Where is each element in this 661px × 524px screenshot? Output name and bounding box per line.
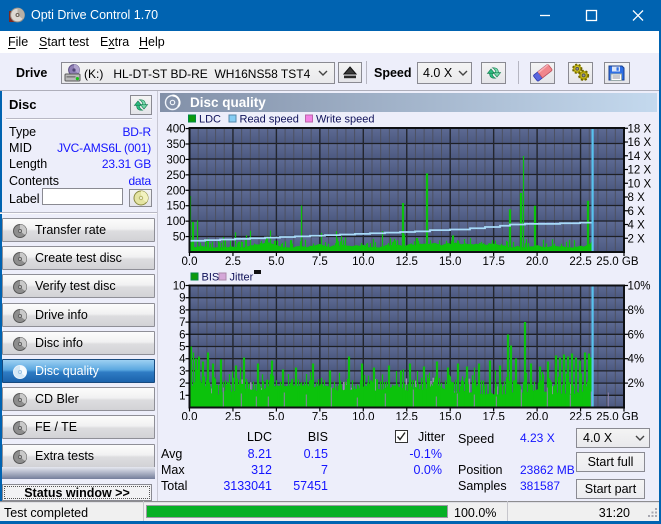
svg-text:1: 1: [179, 390, 185, 402]
svg-text:6 X: 6 X: [628, 206, 646, 218]
svg-text:7: 7: [179, 317, 185, 329]
svg-text:10.0: 10.0: [352, 412, 374, 421]
svg-text:20.0: 20.0: [526, 412, 548, 421]
svg-text:Jitter: Jitter: [230, 272, 254, 284]
svg-text:22.5: 22.5: [569, 412, 591, 421]
svg-text:300: 300: [166, 154, 185, 166]
svg-text:10.0: 10.0: [352, 256, 374, 268]
svg-text:0.0: 0.0: [182, 412, 198, 421]
svg-text:20.0: 20.0: [526, 256, 548, 268]
svg-text:400: 400: [166, 124, 185, 136]
svg-text:250: 250: [166, 170, 185, 182]
svg-text:12.5: 12.5: [396, 256, 418, 268]
svg-text:12 X: 12 X: [628, 165, 652, 177]
svg-text:15.0: 15.0: [439, 256, 461, 268]
svg-text:5.0: 5.0: [268, 256, 284, 268]
svg-text:4%: 4%: [628, 354, 645, 366]
svg-text:8 X: 8 X: [628, 192, 646, 204]
svg-text:25.0 GB: 25.0 GB: [596, 412, 639, 421]
svg-text:3: 3: [179, 366, 185, 378]
svg-text:0.0: 0.0: [182, 256, 198, 268]
svg-text:10%: 10%: [628, 281, 651, 293]
svg-text:7.5: 7.5: [312, 412, 328, 421]
svg-text:8%: 8%: [628, 305, 645, 317]
svg-text:350: 350: [166, 139, 185, 151]
svg-text:200: 200: [166, 185, 185, 197]
svg-text:22.5: 22.5: [569, 256, 591, 268]
svg-text:16 X: 16 X: [628, 137, 652, 149]
svg-text:14 X: 14 X: [628, 151, 652, 163]
svg-text:12.5: 12.5: [396, 412, 418, 421]
svg-text:18 X: 18 X: [628, 123, 652, 135]
svg-text:4: 4: [179, 354, 186, 366]
svg-text:9: 9: [179, 293, 185, 305]
svg-text:2.5: 2.5: [225, 412, 241, 421]
svg-text:25.0 GB: 25.0 GB: [596, 256, 639, 268]
svg-text:4 X: 4 X: [628, 220, 646, 232]
svg-text:17.5: 17.5: [482, 256, 504, 268]
svg-text:7.5: 7.5: [312, 256, 328, 268]
svg-text:2 X: 2 X: [628, 233, 646, 245]
svg-text:10: 10: [173, 281, 186, 293]
svg-text:6%: 6%: [628, 329, 645, 341]
svg-text:8: 8: [179, 305, 185, 317]
svg-text:10 X: 10 X: [628, 178, 652, 190]
svg-text:Write speed: Write speed: [316, 114, 375, 126]
svg-text:5: 5: [179, 342, 185, 354]
svg-text:2%: 2%: [628, 378, 645, 390]
svg-text:LDC: LDC: [199, 114, 221, 126]
svg-text:100: 100: [166, 216, 185, 228]
svg-text:150: 150: [166, 201, 185, 213]
svg-text:Read speed: Read speed: [240, 114, 299, 126]
svg-text:2.5: 2.5: [225, 256, 241, 268]
svg-text:5.0: 5.0: [268, 412, 284, 421]
svg-text:6: 6: [179, 329, 185, 341]
svg-text:50: 50: [173, 232, 186, 244]
svg-text:BIS: BIS: [202, 272, 220, 284]
svg-text:17.5: 17.5: [482, 412, 504, 421]
svg-text:2: 2: [179, 378, 185, 390]
svg-text:15.0: 15.0: [439, 412, 461, 421]
